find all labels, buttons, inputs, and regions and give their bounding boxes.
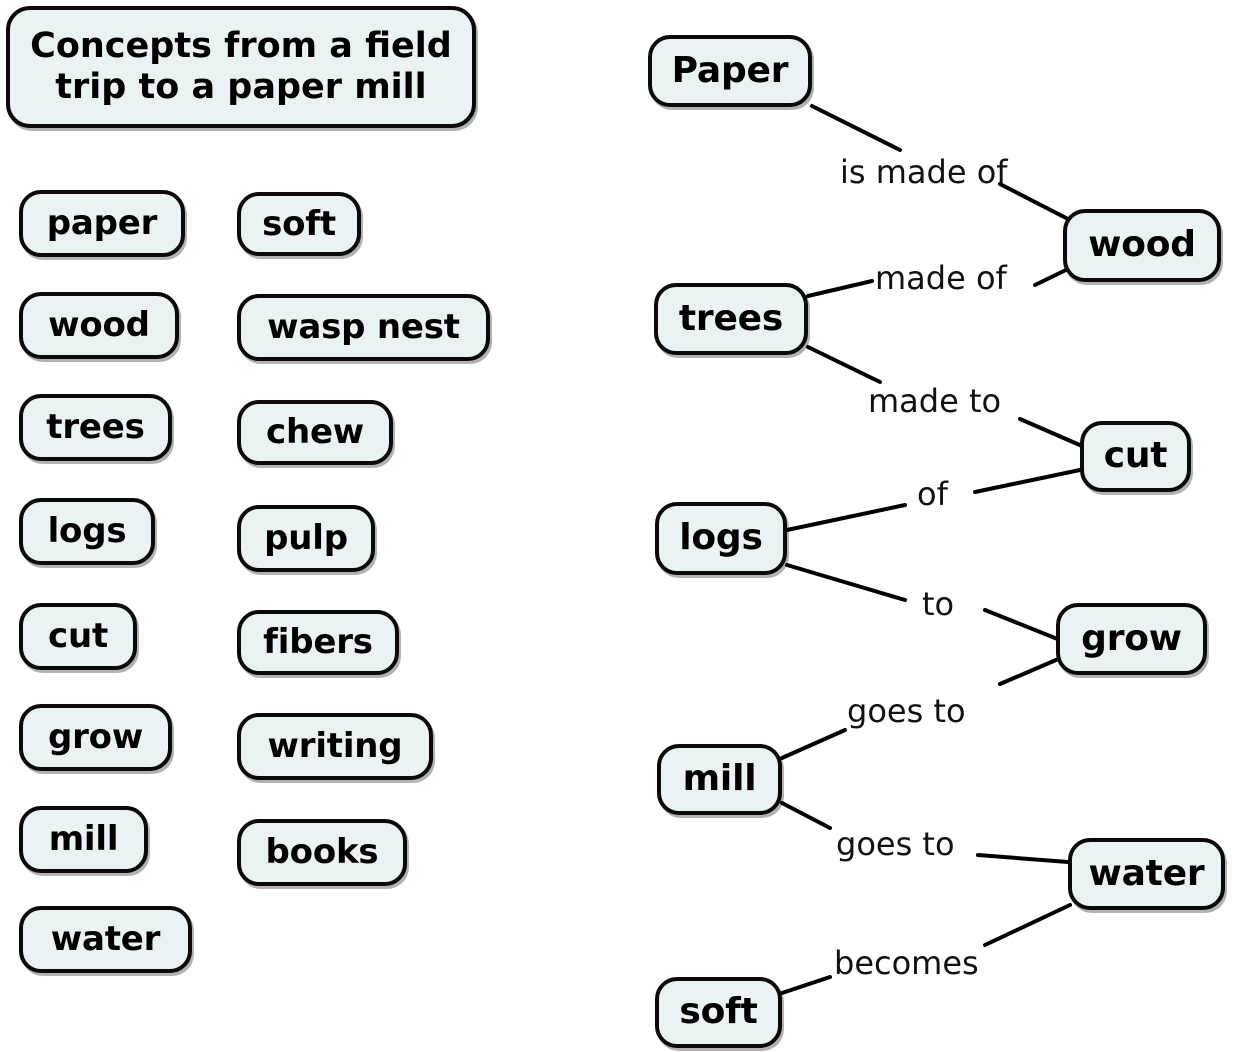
concept-chip-water[interactable]: water: [19, 906, 192, 973]
link-line-mill-goesto: [780, 728, 847, 760]
concept-chip-label: mill: [48, 819, 119, 860]
concept-chip-wood[interactable]: wood: [19, 292, 179, 359]
map-node-paper[interactable]: Paper: [648, 35, 812, 107]
concept-chip-label: wasp nest: [267, 307, 460, 348]
concept-chip-trees[interactable]: trees: [19, 394, 172, 461]
page-title: Concepts from a field trip to a paper mi…: [6, 6, 476, 128]
link-line-of-cut: [973, 468, 1082, 494]
concept-chip-books[interactable]: books: [237, 819, 407, 886]
link-lines: [780, 104, 1084, 995]
link-line-paper-wood: [810, 104, 902, 152]
concept-chip-label: grow: [47, 717, 144, 758]
map-node-grow[interactable]: grow: [1056, 603, 1207, 675]
map-node-label: logs: [679, 517, 763, 559]
concept-chip-label: books: [265, 832, 379, 873]
page-title-line-2: trip to a paper mill: [55, 67, 427, 107]
link-label-mill-grow: goes to: [847, 692, 966, 730]
link-line-mill-goesto2: [780, 801, 832, 830]
link-line-trees-wood: [806, 279, 874, 298]
link-label-logs-cut: of: [917, 475, 948, 513]
concept-chip-fibers[interactable]: fibers: [237, 610, 399, 675]
link-line-logs-grow: [785, 563, 907, 602]
concept-chip-writing[interactable]: writing: [237, 713, 433, 780]
link-label-paper-wood: is made of: [840, 153, 1008, 191]
map-node-label: mill: [682, 758, 757, 800]
concept-chip-grow[interactable]: grow: [19, 704, 172, 771]
concept-chip-label: soft: [262, 203, 336, 244]
link-line-logs-of: [785, 503, 907, 532]
link-line-becomes-water: [983, 903, 1072, 947]
map-node-logs[interactable]: logs: [655, 502, 787, 575]
map-node-label: grow: [1081, 617, 1182, 659]
concept-chip-label: writing: [267, 726, 403, 767]
link-line-trees-cut: [806, 345, 882, 384]
link-line-goesto2-water: [976, 853, 1070, 864]
concept-chip-label: wood: [48, 305, 150, 346]
link-label-mill-water: goes to: [836, 825, 955, 863]
concept-chip-wasp-nest[interactable]: wasp nest: [237, 294, 490, 361]
map-node-wood[interactable]: wood: [1063, 209, 1221, 282]
link-line-to-grow: [983, 608, 1062, 642]
concept-chip-mill[interactable]: mill: [19, 806, 148, 873]
link-line-goesto-grow: [998, 658, 1058, 686]
concept-chip-cut[interactable]: cut: [19, 603, 137, 670]
concept-chip-logs[interactable]: logs: [19, 498, 155, 565]
page-title-line-1: Concepts from a field: [30, 26, 452, 67]
map-node-water[interactable]: water: [1068, 838, 1225, 910]
map-node-trees[interactable]: trees: [654, 283, 808, 355]
map-node-mill[interactable]: mill: [657, 744, 782, 815]
map-node-label: soft: [679, 991, 758, 1033]
link-label-trees-cut: made to: [868, 382, 1002, 420]
concept-chip-paper[interactable]: paper: [19, 190, 185, 257]
concept-chip-label: cut: [47, 616, 108, 657]
concept-map-canvas: Concepts from a field trip to a paper mi…: [0, 0, 1235, 1052]
link-line-soft-becomes: [780, 975, 832, 995]
concept-chip-label: water: [50, 919, 161, 960]
map-node-label: wood: [1088, 224, 1196, 266]
map-node-cut[interactable]: cut: [1080, 421, 1191, 492]
concept-chip-chew[interactable]: chew: [237, 400, 393, 465]
link-line-wood-label: [998, 182, 1070, 221]
map-node-label: trees: [678, 297, 784, 339]
map-node-soft[interactable]: soft: [655, 977, 782, 1048]
concept-chip-label: logs: [47, 511, 127, 552]
concept-chip-label: paper: [46, 203, 158, 244]
link-label-logs-grow: to: [922, 585, 955, 623]
map-node-label: Paper: [671, 49, 789, 91]
concept-chip-label: trees: [46, 407, 145, 448]
concept-chip-label: pulp: [264, 518, 348, 559]
link-label-trees-wood: made of: [875, 259, 1007, 297]
map-node-label: water: [1088, 852, 1205, 894]
map-node-label: cut: [1103, 435, 1168, 477]
link-line-cut-up: [1018, 417, 1084, 448]
concept-chip-label: fibers: [263, 622, 373, 663]
concept-chip-soft[interactable]: soft: [237, 192, 361, 256]
concept-chip-label: chew: [265, 412, 365, 453]
concept-chip-pulp[interactable]: pulp: [237, 505, 375, 572]
link-label-soft-water: becomes: [834, 944, 979, 982]
